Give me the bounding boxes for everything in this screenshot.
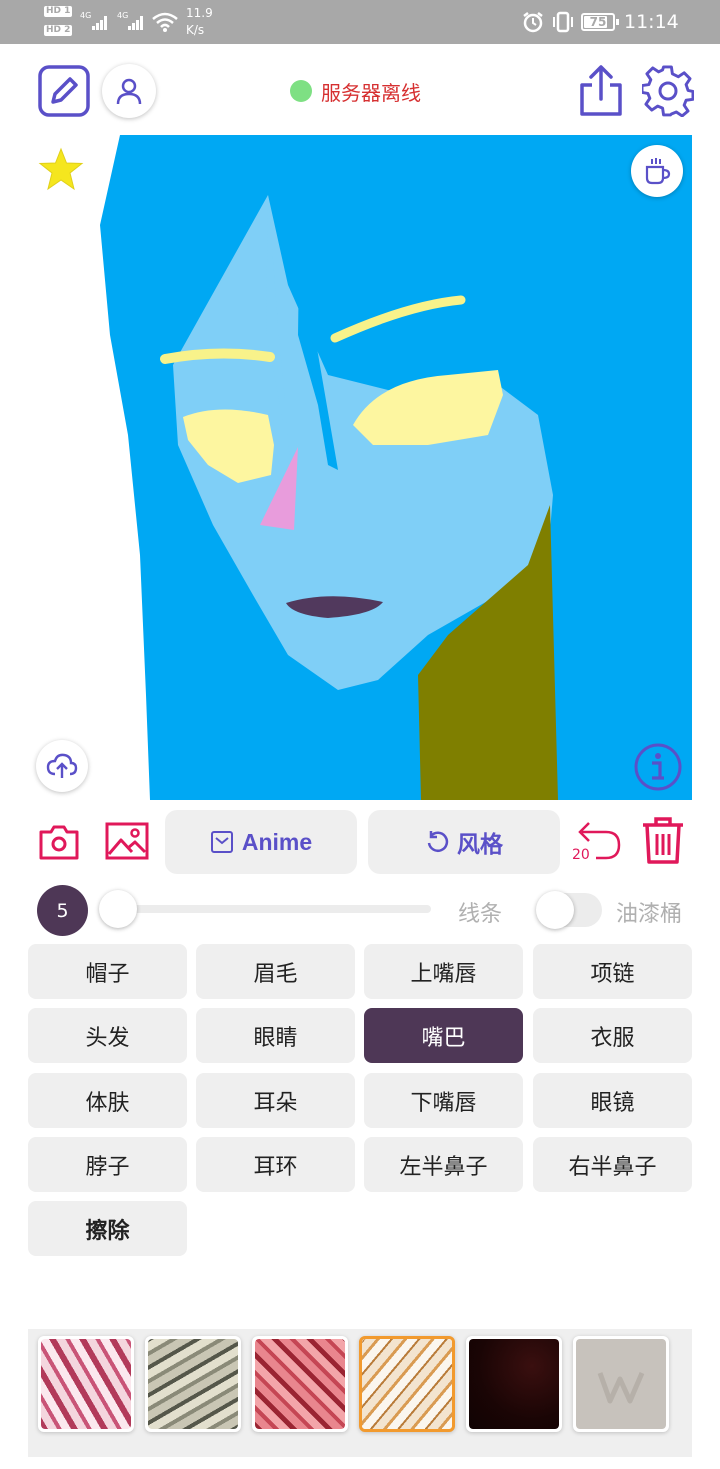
trash-icon[interactable] — [640, 816, 686, 866]
part-button[interactable]: 衣服 — [533, 1008, 692, 1063]
texture-gold-marble — [362, 1339, 452, 1429]
erase-button[interactable]: 擦除 — [28, 1201, 187, 1256]
part-label: 帽子 — [85, 961, 130, 987]
status-bar: HD 1 HD 2 4G 4G 11.9 K/s 75 11:14 — [0, 0, 720, 44]
part-button[interactable]: 左半鼻子 — [364, 1137, 523, 1192]
style-label: 风格 — [457, 831, 503, 857]
share-icon[interactable] — [578, 64, 624, 118]
part-button-selected[interactable]: 嘴巴 — [364, 1008, 523, 1063]
network2-label: 4G — [117, 11, 129, 20]
profile-button[interactable] — [102, 64, 156, 118]
part-button[interactable]: 帽子 — [28, 944, 187, 999]
paint-bucket-label: 油漆桶 — [616, 902, 683, 927]
part-label: 右半鼻子 — [568, 1154, 657, 1180]
texture-grey-marble — [148, 1339, 238, 1429]
sim2-badge: HD 2 — [44, 25, 73, 36]
part-label: 眉毛 — [253, 961, 298, 987]
favorite-star-icon[interactable] — [38, 147, 84, 191]
part-label: 嘴巴 — [421, 1025, 466, 1051]
anime-button[interactable]: Anime — [165, 810, 357, 874]
part-label: 体肤 — [85, 1090, 130, 1116]
part-label: 眼睛 — [253, 1025, 298, 1051]
texture-swatch[interactable] — [466, 1336, 562, 1432]
part-label: 上嘴唇 — [410, 961, 477, 987]
part-button[interactable]: 耳朵 — [196, 1073, 355, 1128]
texture-swatch-selected[interactable] — [359, 1336, 455, 1432]
part-label: 项链 — [590, 961, 635, 987]
watermark-logo-icon — [597, 1372, 645, 1404]
part-label: 左半鼻子 — [399, 1154, 488, 1180]
gear-icon[interactable] — [642, 65, 694, 117]
brush-slider-thumb[interactable] — [99, 890, 137, 928]
user-icon — [116, 78, 142, 105]
alarm-icon — [523, 12, 543, 33]
checkbox-icon — [210, 831, 233, 853]
part-label: 眼镜 — [590, 1090, 635, 1116]
part-label: 耳朵 — [253, 1090, 298, 1116]
sim1-badge: HD 1 — [44, 6, 73, 17]
part-label: 脖子 — [85, 1154, 130, 1180]
status-dot-icon — [290, 80, 312, 102]
drawing-canvas[interactable] — [28, 135, 692, 800]
server-status: 服务器离线 — [290, 78, 421, 105]
part-button[interactable]: 脖子 — [28, 1137, 187, 1192]
part-button[interactable]: 眼镜 — [533, 1073, 692, 1128]
gallery-image-icon[interactable] — [104, 821, 150, 861]
brush-size-indicator: 5 — [37, 885, 88, 936]
texture-pink-marble — [41, 1339, 131, 1429]
part-label: 头发 — [85, 1025, 130, 1051]
texture-swatch[interactable] — [38, 1336, 134, 1432]
part-label: 下嘴唇 — [410, 1090, 477, 1116]
part-button[interactable]: 右半鼻子 — [533, 1137, 692, 1192]
texture-swatch[interactable] — [145, 1336, 241, 1432]
texture-watermark-grey — [576, 1339, 666, 1429]
battery-icon: 75 — [581, 13, 619, 31]
texture-swatch[interactable] — [252, 1336, 348, 1432]
part-button[interactable]: 耳环 — [196, 1137, 355, 1192]
clock: 11:14 — [624, 11, 679, 33]
wifi-icon — [152, 12, 178, 32]
line-mode-label: 线条 — [458, 902, 503, 927]
edit-icon[interactable] — [38, 65, 90, 117]
camera-icon[interactable] — [38, 823, 80, 861]
signal1-icon — [92, 11, 108, 30]
texture-strip — [28, 1329, 692, 1457]
coffee-cup-icon — [645, 158, 671, 185]
anime-label: Anime — [241, 828, 313, 855]
info-icon[interactable] — [633, 742, 683, 792]
net-speed-value: 11.9 — [186, 6, 213, 20]
part-label: 擦除 — [85, 1218, 130, 1244]
brush-size-slider[interactable] — [100, 905, 431, 913]
vibrate-icon — [553, 11, 573, 33]
cloud-upload-icon — [46, 753, 78, 778]
server-status-text: 服务器离线 — [321, 80, 421, 105]
undo-button[interactable]: 20 — [572, 818, 624, 866]
fill-toggle-thumb[interactable] — [536, 891, 574, 929]
undo-count: 20 — [572, 847, 590, 863]
coffee-button[interactable] — [631, 145, 683, 197]
signal2-icon — [128, 11, 144, 30]
part-button[interactable]: 眼睛 — [196, 1008, 355, 1063]
style-button[interactable]: 风格 — [368, 810, 560, 874]
part-label: 衣服 — [590, 1025, 635, 1051]
texture-red-marble — [255, 1339, 345, 1429]
battery-level: 75 — [589, 15, 607, 29]
part-button[interactable]: 下嘴唇 — [364, 1073, 523, 1128]
part-button[interactable]: 头发 — [28, 1008, 187, 1063]
part-label: 耳环 — [253, 1154, 298, 1180]
texture-swatch[interactable] — [573, 1336, 669, 1432]
texture-dark-red — [469, 1339, 559, 1429]
part-button[interactable]: 项链 — [533, 944, 692, 999]
network1-label: 4G — [80, 11, 92, 20]
drawing-artwork — [28, 135, 692, 800]
part-button[interactable]: 体肤 — [28, 1073, 187, 1128]
part-button[interactable]: 上嘴唇 — [364, 944, 523, 999]
part-button[interactable]: 眉毛 — [196, 944, 355, 999]
upload-button[interactable] — [36, 740, 88, 792]
net-speed-unit: K/s — [186, 23, 205, 37]
rotate-icon — [427, 831, 449, 852]
